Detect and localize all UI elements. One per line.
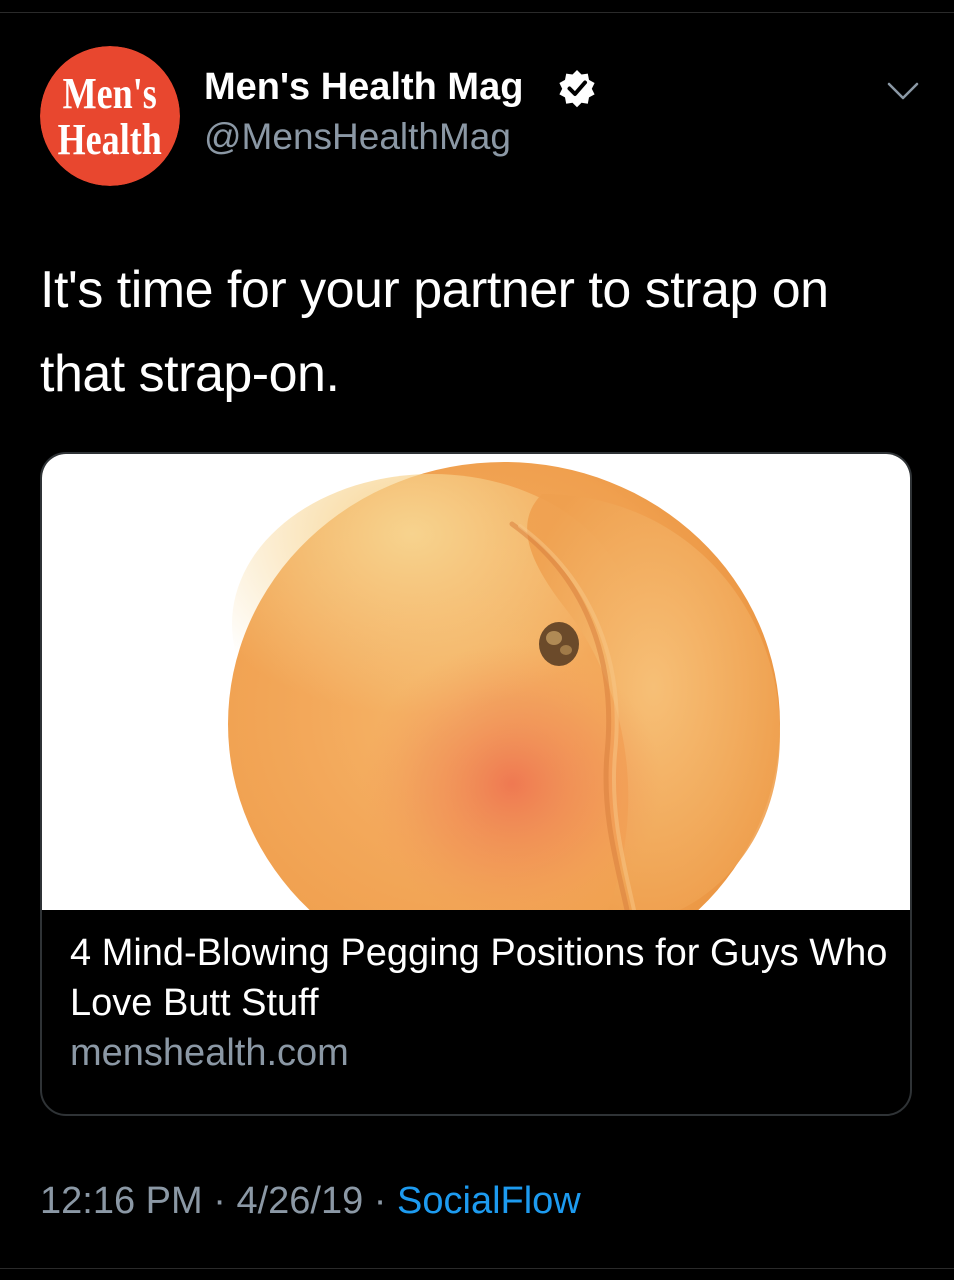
tweet-source-link[interactable]: SocialFlow — [397, 1180, 581, 1222]
display-name[interactable]: Men's Health Mag — [204, 66, 523, 109]
tweet-text: It's time for your partner to strap on t… — [40, 261, 829, 403]
top-divider — [0, 12, 954, 13]
separator: · — [202, 1180, 237, 1222]
bottom-divider — [0, 1268, 954, 1269]
verified-badge-icon — [559, 70, 595, 108]
chevron-down-icon[interactable] — [886, 78, 920, 104]
svg-text:Men's: Men's — [63, 69, 157, 118]
separator: · — [363, 1180, 398, 1222]
tweet-time[interactable]: 12:16 PM — [40, 1180, 203, 1222]
mens-health-logo: Men's Health — [40, 46, 180, 186]
peach-image — [42, 454, 910, 910]
card-title[interactable]: 4 Mind-Blowing Pegging Positions for Guy… — [70, 928, 890, 1028]
avatar[interactable]: Men's Health — [40, 46, 180, 186]
tweet-date[interactable]: 4/26/19 — [236, 1180, 363, 1222]
card-domain: menshealth.com — [70, 1032, 349, 1074]
handle[interactable]: @MensHealthMag — [204, 116, 511, 158]
link-card[interactable]: 4 Mind-Blowing Pegging Positions for Guy… — [40, 452, 912, 1116]
tweet-metadata: 12:16 PM · 4/26/19 · SocialFlow — [40, 1180, 581, 1223]
svg-text:Health: Health — [58, 115, 162, 164]
